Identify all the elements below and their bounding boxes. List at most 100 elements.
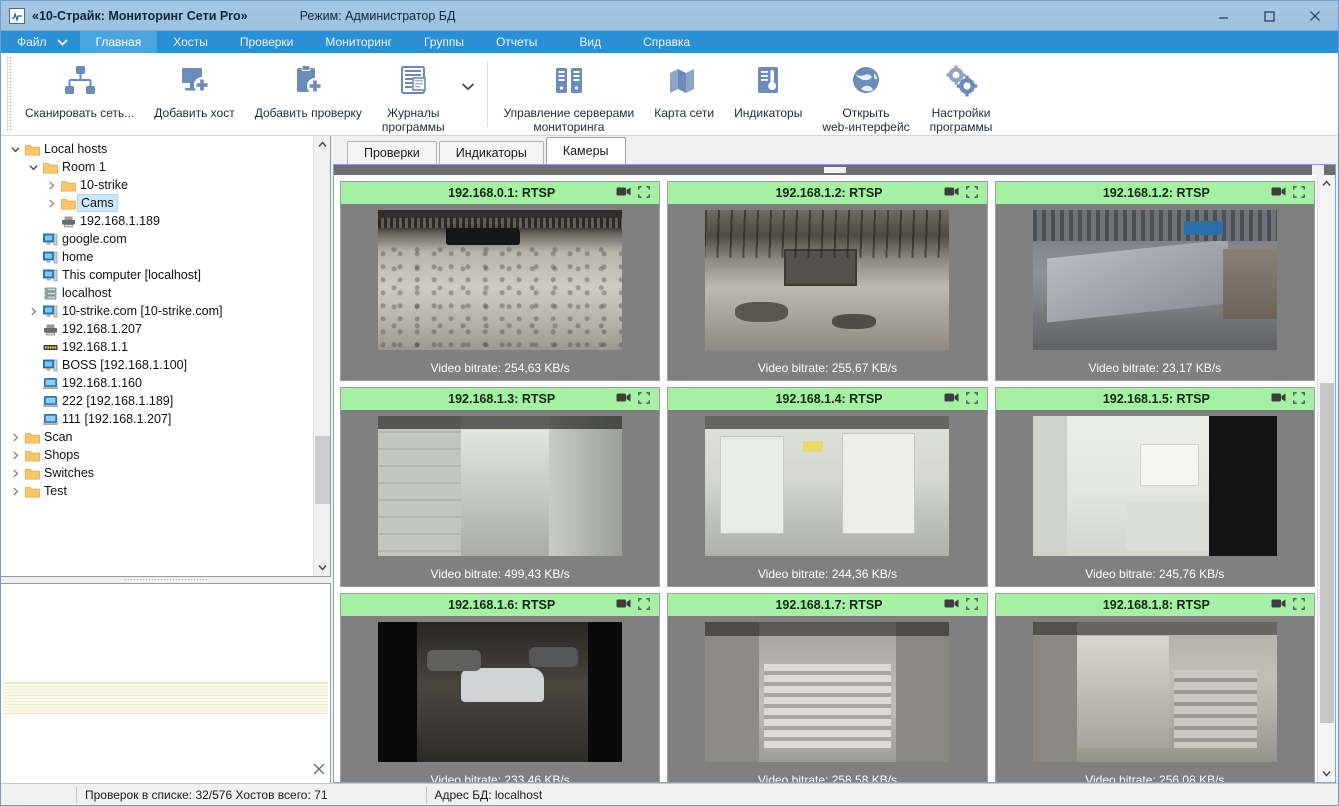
menu-item-view[interactable]: Вид [553,31,627,53]
tree-item[interactable]: 192.168.1.1 [5,338,330,356]
camera-viewport[interactable] [996,410,1314,562]
menu-item-help[interactable]: Справка [627,31,706,53]
expand-icon[interactable] [638,186,650,201]
tree-item[interactable]: 222 [192.168.1.189] [5,392,330,410]
tree-item[interactable]: 10-strike.com [10-strike.com] [5,302,330,320]
video-camera-icon[interactable] [616,598,631,612]
tree-item[interactable]: google.com [5,230,330,248]
camera-viewport[interactable] [341,204,659,356]
chevron-right-icon[interactable] [7,469,23,478]
tree-scroll-up-icon[interactable] [314,136,331,153]
tree-item[interactable]: Scan [5,428,330,446]
menu-item-file[interactable]: Файл [1,31,51,53]
camera-viewport[interactable] [668,410,986,562]
tree-scrollbar[interactable] [313,136,330,576]
menu-item-reports[interactable]: Отчеты [480,31,553,53]
camera-panel[interactable]: 192.168.1.8: RTSPVideo bitrate: 256,08 K… [995,593,1315,782]
program-logs-button[interactable]: Журналы программы [372,53,455,135]
expand-icon[interactable] [1293,392,1305,407]
menu-item-main[interactable]: Главная [80,31,158,53]
cameras-top-splitter[interactable] [334,165,1335,175]
expand-icon[interactable] [638,598,650,613]
monitoring-servers-button[interactable]: Управление серверами мониторинга [494,53,645,135]
cameras-scroll-up-icon[interactable] [1318,175,1335,192]
camera-panel[interactable]: 192.168.1.2: RTSPVideo bitrate: 255,67 K… [667,181,987,381]
camera-panel[interactable]: 192.168.1.4: RTSPVideo bitrate: 244,36 K… [667,387,987,587]
camera-viewport[interactable] [996,616,1314,768]
tree-item[interactable]: 192.168.1.160 [5,374,330,392]
camera-viewport[interactable] [341,616,659,768]
expand-icon[interactable] [1293,186,1305,201]
maximize-icon[interactable] [1246,1,1292,31]
camera-panel[interactable]: 192.168.1.2: RTSPVideo bitrate: 23,17 KB… [995,181,1315,381]
expand-icon[interactable] [966,392,978,407]
camera-panel[interactable]: 192.168.1.5: RTSPVideo bitrate: 245,76 K… [995,387,1315,587]
video-camera-icon[interactable] [1271,392,1286,406]
cameras-scroll-down-icon[interactable] [1318,765,1335,782]
video-camera-icon[interactable] [1271,598,1286,612]
tree-item[interactable]: 10-strike [5,176,330,194]
tree-item[interactable]: BOSS [192.168.1.100] [5,356,330,374]
menu-item-monitoring[interactable]: Мониторинг [309,31,408,53]
program-settings-button[interactable]: Настройки программы [920,53,1003,135]
chevron-right-icon[interactable] [7,451,23,460]
camera-panel[interactable]: 192.168.1.3: RTSPVideo bitrate: 499,43 K… [340,387,660,587]
menu-item-hosts[interactable]: Хосты [157,31,224,53]
chevron-right-icon[interactable] [7,433,23,442]
tree-item[interactable]: Test [5,482,330,500]
video-camera-icon[interactable] [616,186,631,200]
cameras-scrollbar[interactable] [1317,175,1335,782]
tree-item[interactable]: Cams [5,194,330,212]
menu-file-caret-icon[interactable] [51,31,80,53]
tree-scroll-thumb[interactable] [315,436,330,504]
video-camera-icon[interactable] [1271,186,1286,200]
add-host-button[interactable]: Добавить хост [144,53,244,135]
tab-checks[interactable]: Проверки [347,141,437,164]
tree-item[interactable]: Local hosts [5,140,330,158]
video-camera-icon[interactable] [944,186,959,200]
camera-panel[interactable]: 192.168.1.6: RTSPVideo bitrate: 233,46 K… [340,593,660,782]
tree-item[interactable]: This computer [localhost] [5,266,330,284]
pane-resize-handle-icon[interactable] [313,763,325,778]
tree-item[interactable]: 192.168.1.189 [5,212,330,230]
minimize-icon[interactable] [1200,1,1246,31]
menu-item-checks[interactable]: Проверки [224,31,310,53]
camera-viewport[interactable] [668,616,986,768]
ribbon-grip[interactable] [6,56,13,132]
close-icon[interactable] [1292,1,1338,31]
chevron-right-icon[interactable] [43,199,59,208]
chevron-right-icon[interactable] [25,307,41,316]
tree-item[interactable]: Room 1 [5,158,330,176]
tab-indicators[interactable]: Индикаторы [439,141,544,164]
expand-icon[interactable] [966,598,978,613]
cameras-scroll-thumb[interactable] [1320,383,1334,723]
chevron-down-icon[interactable] [25,164,41,171]
video-camera-icon[interactable] [944,598,959,612]
indicators-button[interactable]: Индикаторы [724,53,812,135]
camera-viewport[interactable] [668,204,986,356]
chevron-down-icon[interactable] [7,146,23,153]
tab-cameras[interactable]: Камеры [546,137,626,164]
tree-item[interactable]: Switches [5,464,330,482]
camera-viewport[interactable] [341,410,659,562]
network-map-button[interactable]: Карта сети [644,53,724,135]
camera-viewport[interactable] [996,204,1314,356]
chevron-right-icon[interactable] [43,181,59,190]
video-camera-icon[interactable] [616,392,631,406]
video-camera-icon[interactable] [944,392,959,406]
tree-item[interactable]: 192.168.1.207 [5,320,330,338]
camera-panel[interactable]: 192.168.0.1: RTSPVideo bitrate: 254,63 K… [340,181,660,381]
chevron-right-icon[interactable] [7,487,23,496]
expand-icon[interactable] [638,392,650,407]
tree-item[interactable]: 111 [192.168.1.207] [5,410,330,428]
tree-item[interactable]: home [5,248,330,266]
expand-icon[interactable] [966,186,978,201]
program-logs-chevron-down-icon[interactable] [455,37,481,135]
expand-icon[interactable] [1293,598,1305,613]
camera-panel[interactable]: 192.168.1.7: RTSPVideo bitrate: 258,58 K… [667,593,987,782]
add-check-button[interactable]: Добавить проверку [245,53,372,135]
cameras-splitter-nub[interactable] [1312,165,1324,175]
tree-item[interactable]: localhost [5,284,330,302]
open-web-interface-button[interactable]: Открыть web-интерфейс [812,53,919,135]
tree-scroll-down-icon[interactable] [314,559,331,576]
